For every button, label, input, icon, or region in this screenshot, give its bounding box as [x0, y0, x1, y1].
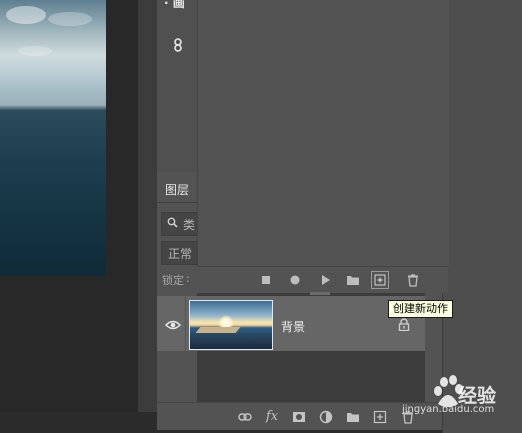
- new-layer-icon[interactable]: [373, 410, 387, 424]
- layer-filter-label: 类: [183, 218, 196, 232]
- fx-icon[interactable]: fx: [265, 410, 279, 424]
- actions-panel: [197, 0, 449, 266]
- tab-layers-label: 图层: [165, 183, 190, 197]
- lock-colon: :: [186, 272, 190, 285]
- actions-toolbar: [197, 266, 448, 293]
- mask-icon[interactable]: [292, 410, 306, 424]
- adjustment-icon[interactable]: [319, 410, 333, 424]
- tooltip: 创建新动作: [388, 300, 453, 318]
- lock-label: 锁定: [162, 274, 184, 287]
- layer-name[interactable]: 背景: [281, 318, 305, 335]
- stop-icon[interactable]: [259, 273, 273, 287]
- folder-icon[interactable]: [346, 410, 360, 424]
- panel-resize-grip[interactable]: [310, 292, 330, 295]
- blend-mode-value: 正常: [168, 247, 193, 261]
- side-item-label[interactable]: · 画: [164, 0, 185, 11]
- right-dock: [442, 0, 522, 433]
- lock-icon: [398, 318, 410, 331]
- link-icon[interactable]: [172, 38, 186, 52]
- ocean-image[interactable]: [0, 0, 106, 276]
- side-column: [157, 0, 197, 172]
- new-action-button[interactable]: [371, 271, 389, 289]
- row-divider: [185, 296, 186, 351]
- trash-icon[interactable]: [406, 273, 420, 287]
- new-action-icon: [374, 274, 386, 286]
- play-icon[interactable]: [318, 273, 332, 287]
- search-icon: [167, 217, 178, 228]
- layer-thumbnail[interactable]: [189, 300, 273, 350]
- folder-icon[interactable]: [346, 273, 360, 287]
- pier-shape: [195, 327, 241, 333]
- watermark-url: jingyan.baidu.com: [402, 404, 495, 415]
- cloud-shape: [18, 46, 52, 56]
- record-icon[interactable]: [288, 273, 302, 287]
- eye-icon[interactable]: [165, 319, 181, 331]
- sea-band: [190, 333, 272, 349]
- cloud-shape: [6, 6, 46, 24]
- cloud-shape: [48, 12, 92, 26]
- link-layers-icon[interactable]: [238, 410, 252, 424]
